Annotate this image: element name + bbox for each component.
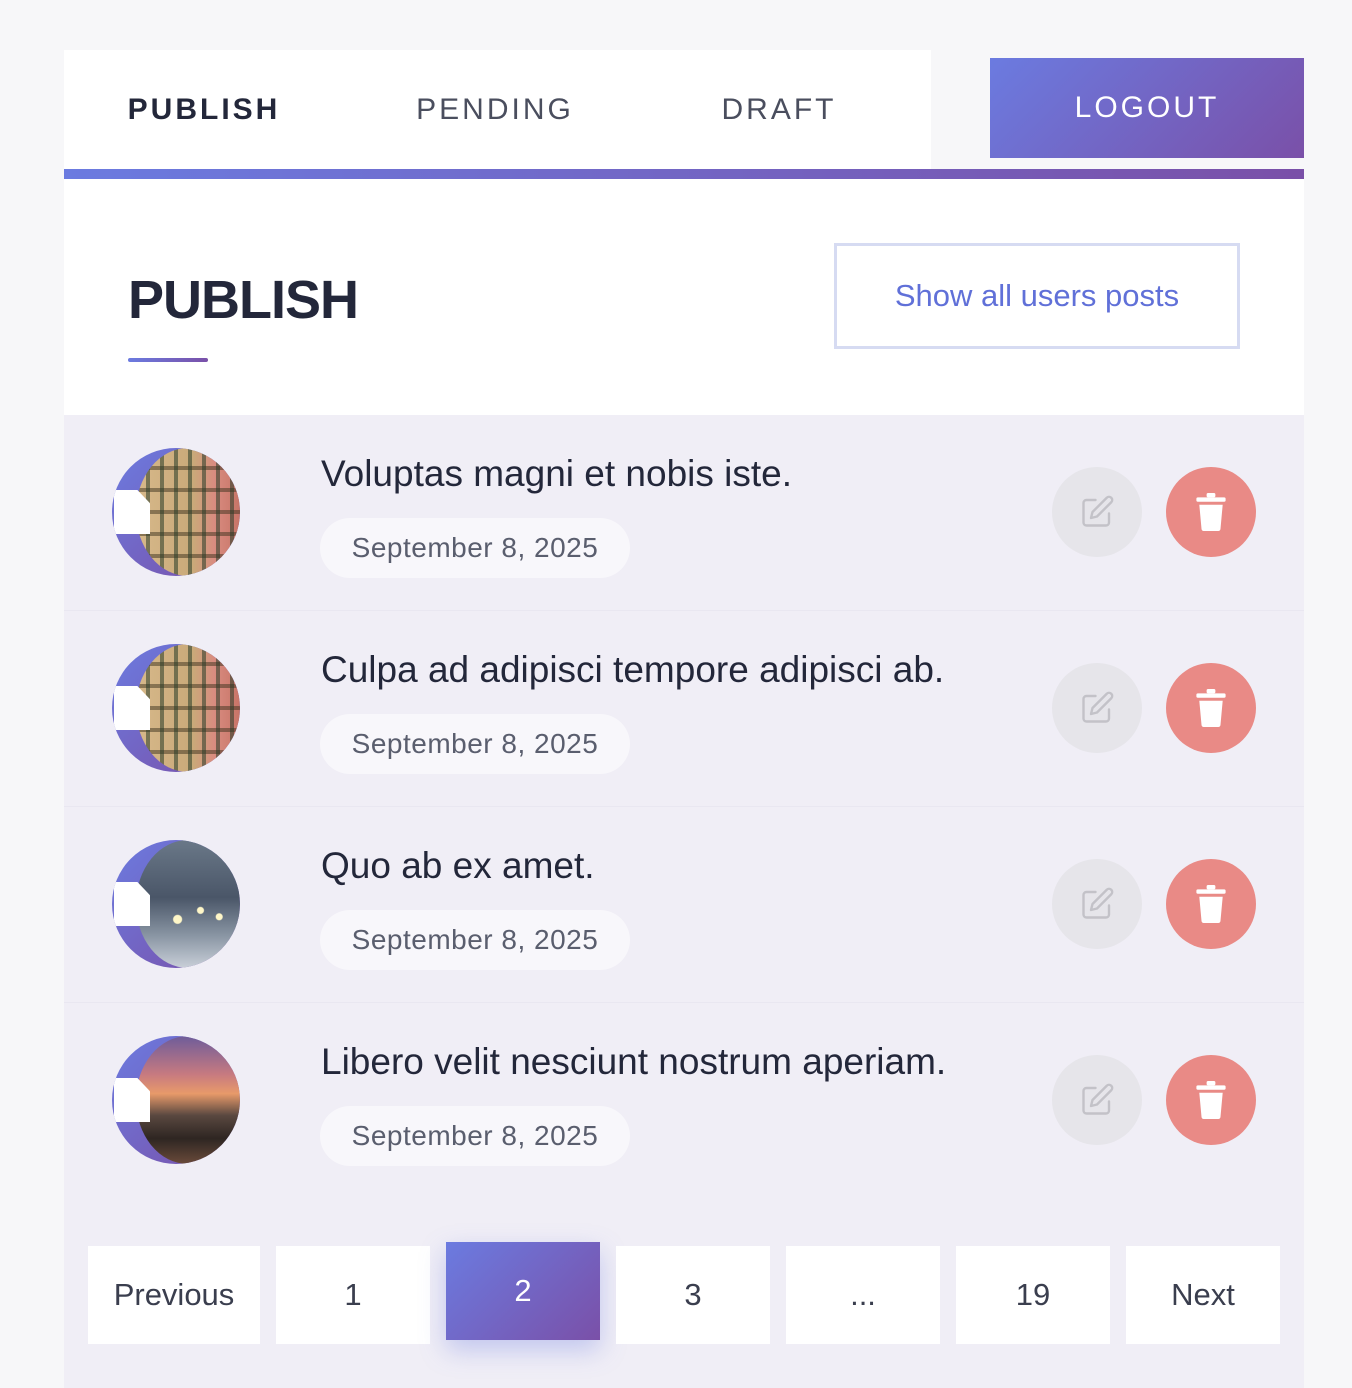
pencil-square-icon [1082, 1083, 1114, 1115]
thumbnail-image [136, 644, 240, 772]
next-page-button[interactable]: Next [1126, 1246, 1280, 1344]
list-item: Voluptas magni et nobis iste. September … [64, 415, 1304, 611]
logout-button[interactable]: LOGOUT [990, 58, 1304, 158]
tab-publish[interactable]: PUBLISH [64, 50, 344, 169]
trash-icon [1196, 1081, 1226, 1119]
post-title[interactable]: Libero velit nesciunt nostrum aperiam. [321, 1041, 946, 1083]
post-title[interactable]: Voluptas magni et nobis iste. [321, 453, 792, 495]
post-date: September 8, 2025 [320, 910, 630, 970]
edit-button[interactable] [1052, 859, 1142, 949]
pagination: Previous 1 2 3 ... 19 Next [64, 1242, 1304, 1352]
tab-bar: PUBLISH PENDING DRAFT LOGOUT [64, 50, 1304, 179]
delete-button[interactable] [1166, 467, 1256, 557]
post-title[interactable]: Quo ab ex amet. [321, 845, 595, 887]
edit-button[interactable] [1052, 663, 1142, 753]
pencil-square-icon [1082, 887, 1114, 919]
trash-icon [1196, 493, 1226, 531]
thumbnail-image [136, 448, 240, 576]
trash-icon [1196, 885, 1226, 923]
section-header: PUBLISH Show all users posts [64, 179, 1304, 415]
delete-button[interactable] [1166, 859, 1256, 949]
delete-button[interactable] [1166, 1055, 1256, 1145]
tabs: PUBLISH PENDING DRAFT [64, 50, 931, 169]
edit-button[interactable] [1052, 1055, 1142, 1145]
page-button-2-current[interactable]: 2 [446, 1242, 600, 1340]
post-date: September 8, 2025 [320, 518, 630, 578]
page-button-19[interactable]: 19 [956, 1246, 1110, 1344]
pencil-square-icon [1082, 495, 1114, 527]
delete-button[interactable] [1166, 663, 1256, 753]
list-item: Culpa ad adipisci tempore adipisci ab. S… [64, 611, 1304, 807]
edit-button[interactable] [1052, 467, 1142, 557]
post-date: September 8, 2025 [320, 714, 630, 774]
page-title: PUBLISH [128, 270, 359, 330]
previous-page-button[interactable]: Previous [88, 1246, 260, 1344]
post-date: September 8, 2025 [320, 1106, 630, 1166]
pencil-square-icon [1082, 691, 1114, 723]
page-button-1[interactable]: 1 [276, 1246, 430, 1344]
thumbnail-image [136, 840, 240, 968]
post-thumbnail [112, 644, 240, 772]
posts-panel: PUBLISH PENDING DRAFT LOGOUT PUBLISH Sho… [64, 50, 1304, 1388]
post-title[interactable]: Culpa ad adipisci tempore adipisci ab. [321, 649, 944, 691]
post-thumbnail [112, 840, 240, 968]
page-button-3[interactable]: 3 [616, 1246, 770, 1344]
list-item: Libero velit nesciunt nostrum aperiam. S… [64, 1003, 1304, 1199]
thumbnail-image [136, 1036, 240, 1164]
tab-underline [64, 169, 1304, 179]
page-ellipsis: ... [786, 1246, 940, 1344]
title-underline [128, 358, 208, 362]
list-item: Quo ab ex amet. September 8, 2025 [64, 807, 1304, 1003]
post-list: Voluptas magni et nobis iste. September … [64, 415, 1304, 1388]
show-all-users-posts-button[interactable]: Show all users posts [834, 243, 1240, 349]
post-thumbnail [112, 448, 240, 576]
tab-draft[interactable]: DRAFT [646, 50, 912, 169]
tab-pending[interactable]: PENDING [344, 50, 646, 169]
post-thumbnail [112, 1036, 240, 1164]
trash-icon [1196, 689, 1226, 727]
